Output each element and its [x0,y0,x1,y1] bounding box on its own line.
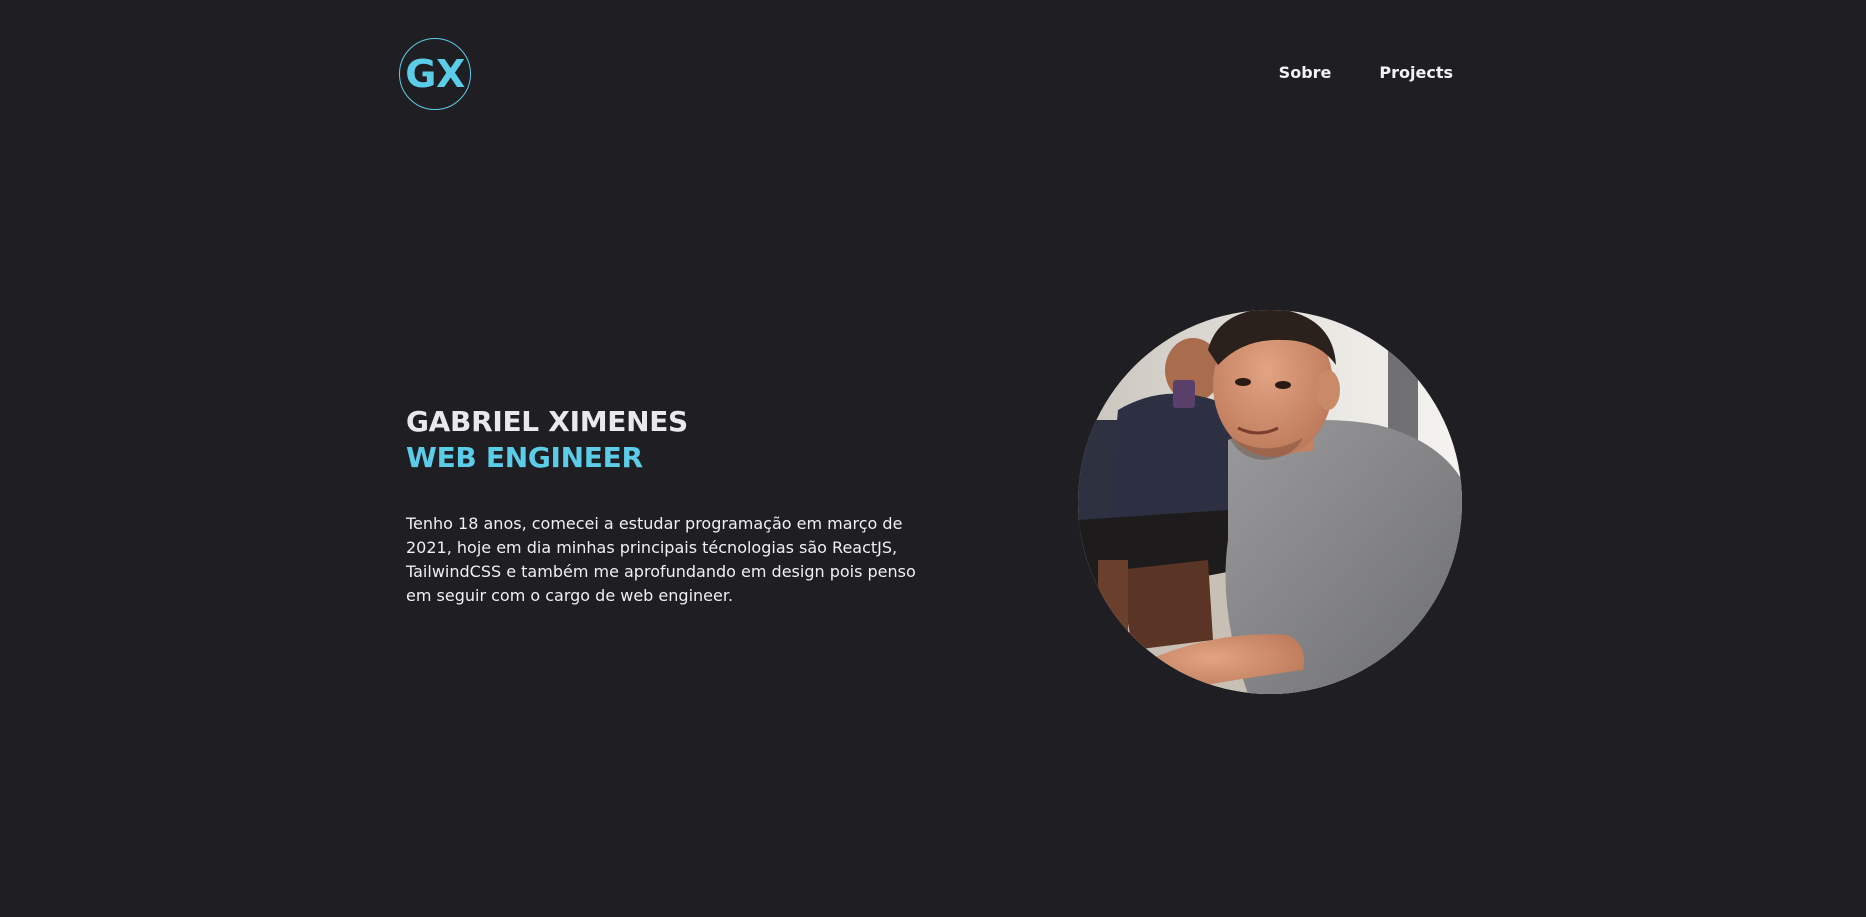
hero-bio: Tenho 18 anos, comecei a estudar program… [406,514,916,605]
logo-text: GX [405,52,465,96]
profile-photo [1078,310,1462,694]
site-header: GX Sobre Projects [399,38,1453,112]
main-nav: Sobre Projects [1279,63,1453,82]
nav-link-sobre[interactable]: Sobre [1279,63,1332,82]
nav-link-projects[interactable]: Projects [1379,63,1453,82]
hero-role: WEB ENGINEER [406,441,643,474]
profile-photo-image [1078,310,1462,694]
hero-intro: GABRIEL XIMENES WEB ENGINEER Tenho 18 an… [406,404,926,624]
logo[interactable]: GX [399,38,471,110]
hero-name: GABRIEL XIMENES [406,405,688,438]
